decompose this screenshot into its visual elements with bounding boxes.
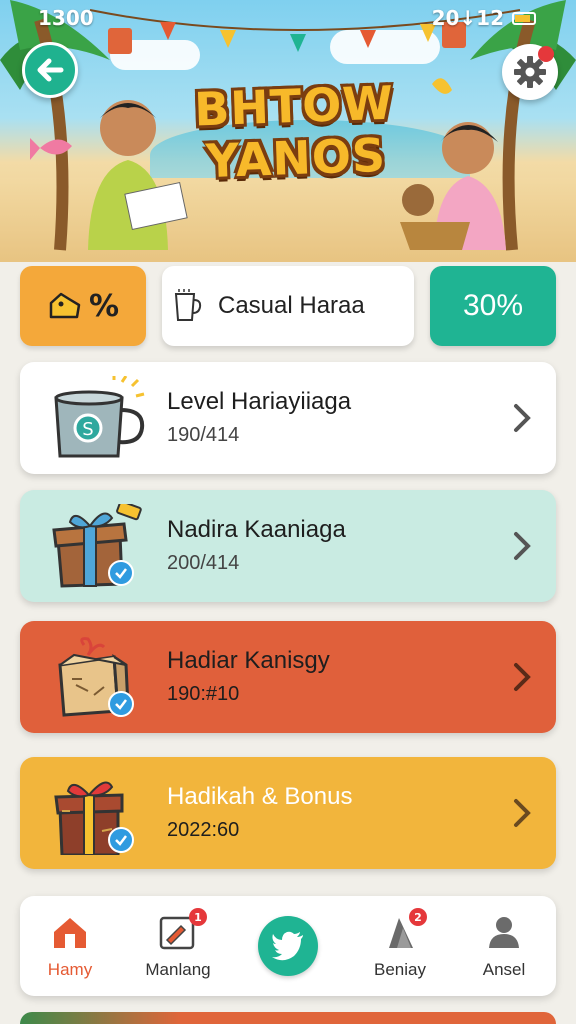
card-bonus[interactable]: Hadikah & Bonus 2022:60 (20, 757, 556, 869)
bird-icon (272, 931, 303, 961)
settings-button[interactable] (502, 44, 558, 100)
svg-text:S: S (82, 419, 93, 440)
check-icon (108, 691, 134, 717)
card-hadiar[interactable]: Hadiar Kanisgy 190:#10 (20, 621, 556, 733)
check-icon (108, 560, 134, 586)
status-time: 1300 (38, 6, 94, 30)
card-progress: 200/414 (167, 552, 240, 574)
discount-symbol: % (88, 288, 120, 324)
nav-beniay[interactable]: 2 Beniay (350, 908, 450, 980)
card-progress: 2022:60 (167, 819, 240, 841)
check-icon (108, 827, 134, 853)
arrow-left-icon (37, 58, 64, 82)
chevron-right-icon (514, 532, 531, 560)
card-title: Hadikah & Bonus (167, 783, 353, 810)
tag-icon (49, 292, 81, 319)
progress-tile[interactable]: 30% (430, 266, 556, 346)
card-title: Nadira Kaaniaga (167, 516, 346, 543)
home-icon (54, 918, 86, 948)
status-right: 20↓12 (432, 6, 536, 30)
game-title-line2: YANOS (204, 127, 387, 189)
user-icon (489, 917, 519, 948)
battery-icon (512, 11, 536, 25)
cup-icon (174, 289, 202, 321)
nav-twitter-button[interactable] (258, 916, 318, 976)
notification-dot (538, 46, 554, 62)
card-nadira[interactable]: Nadira Kaaniaga 200/414 (20, 490, 556, 602)
chevron-right-icon (514, 404, 531, 432)
nav-home-label: Hamy (47, 960, 93, 979)
nav-ansel-label: Ansel (482, 960, 526, 979)
status-right-text: 20↓12 (431, 6, 504, 30)
mode-label: Casual Haraa (218, 292, 365, 319)
progress-value: 30% (462, 289, 524, 322)
mode-tile[interactable]: Casual Haraa (162, 266, 414, 346)
card-progress: 190:#10 (167, 683, 240, 705)
back-button[interactable] (22, 42, 78, 98)
card-title: Hadiar Kanisgy (167, 647, 330, 674)
game-title: BHTOW YANOS (168, 76, 421, 189)
card-progress: 190/414 (167, 424, 240, 446)
hero-banner: 1300 20↓12 BHTOW YANOS (0, 0, 576, 262)
card-level[interactable]: S Level Hariayiiaga 190/414 (20, 362, 556, 474)
quick-stats: % Casual Haraa 30% (20, 266, 556, 348)
nav-beniay-badge: 2 (409, 908, 427, 926)
cardboard-box-icon (48, 635, 148, 719)
chevron-right-icon (514, 663, 531, 691)
next-card-peek (20, 1012, 556, 1024)
gift-box-icon (48, 500, 148, 588)
nav-ansel[interactable]: Ansel (454, 914, 554, 980)
nav-manlang-label: Manlang (145, 960, 211, 979)
discount-tile[interactable]: % (20, 266, 146, 346)
gift-icon (48, 771, 148, 857)
chevron-right-icon (514, 799, 531, 827)
nav-beniay-label: Beniay (374, 960, 426, 979)
nav-manlang-badge: 1 (189, 908, 207, 926)
mug-icon: S (48, 375, 148, 460)
card-title: Level Hariayiiaga (167, 388, 352, 415)
nav-home[interactable]: Hamy (20, 914, 120, 980)
bottom-nav: Hamy 1 Manlang 2 Beniay Ansel (20, 896, 556, 996)
nav-manlang[interactable]: 1 Manlang (128, 908, 228, 980)
